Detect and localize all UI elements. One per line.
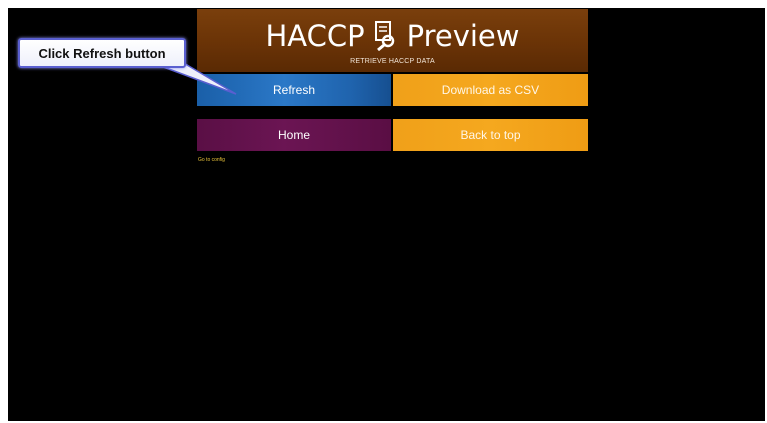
page-title: HACCP Preview: [197, 19, 588, 53]
header-banner: HACCP Preview RETRIEVE HACCP DATA: [197, 9, 588, 72]
title-left: HACCP: [265, 19, 365, 53]
go-to-config-link[interactable]: Go to config: [198, 157, 225, 163]
home-button[interactable]: Home: [197, 119, 391, 151]
tutorial-callout: Click Refresh button: [18, 38, 186, 68]
page-subtitle: RETRIEVE HACCP DATA: [350, 58, 435, 65]
download-csv-button[interactable]: Download as CSV: [393, 74, 588, 106]
document-search-icon: [374, 21, 394, 51]
title-right: Preview: [406, 19, 520, 53]
refresh-button[interactable]: Refresh: [197, 74, 391, 106]
back-to-top-button[interactable]: Back to top: [393, 119, 588, 151]
